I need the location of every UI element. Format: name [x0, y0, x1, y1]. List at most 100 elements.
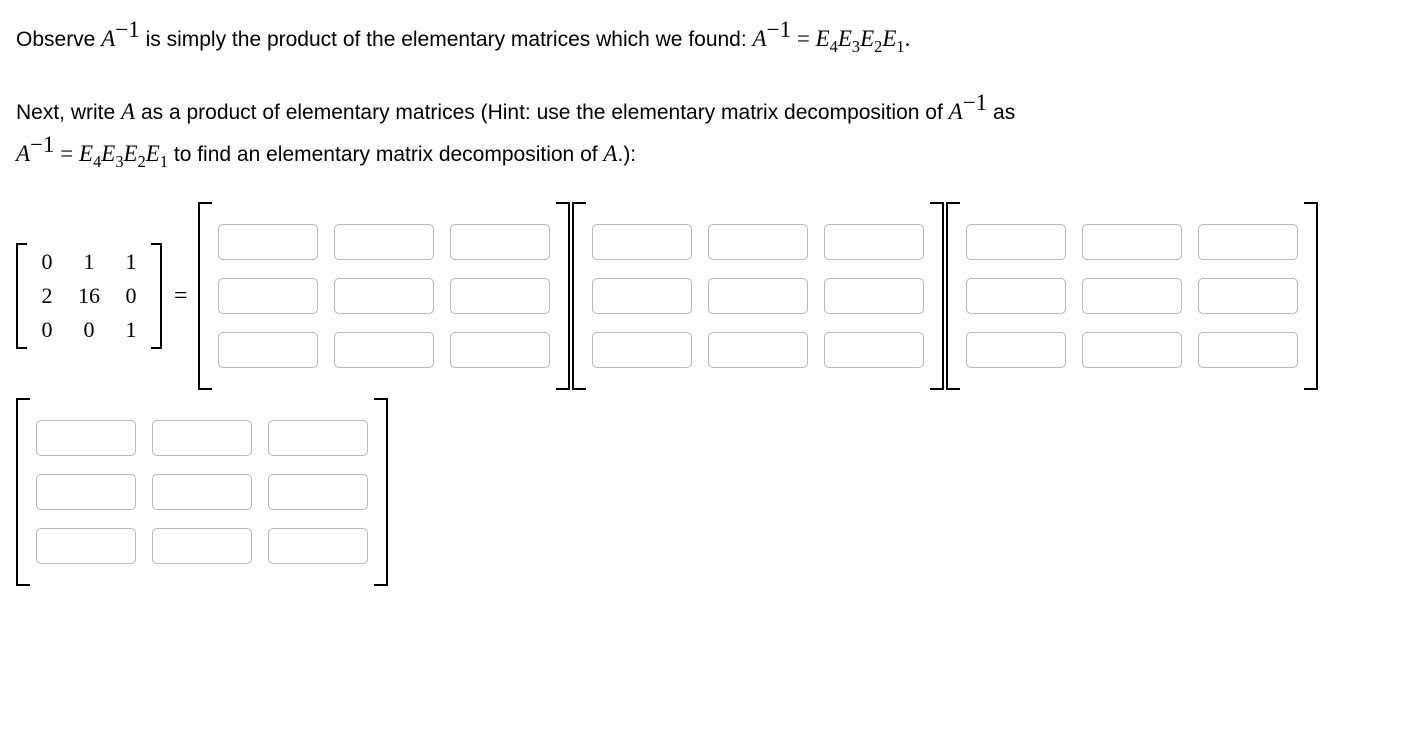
matrix-cell: 16: [68, 279, 110, 313]
sub-2: 2: [874, 37, 882, 56]
var-A: A: [949, 99, 963, 124]
matrix-3-cell-2-2[interactable]: [1082, 278, 1182, 314]
bracket-right: [556, 202, 570, 390]
matrix-1-cell-3-2[interactable]: [334, 332, 434, 368]
matrix-2-cell-3-3[interactable]: [824, 332, 924, 368]
sub-3: 3: [852, 37, 860, 56]
bracket-left: [572, 202, 586, 390]
bracket-right: [374, 398, 388, 586]
matrix-4-cell-3-2[interactable]: [152, 528, 252, 564]
text: as a product of elementary matrices (Hin…: [141, 101, 949, 124]
matrix-cell: 0: [110, 279, 152, 313]
matrix-2-cell-3-2[interactable]: [708, 332, 808, 368]
var-E2: E: [860, 26, 874, 51]
matrix-3-cell-3-3[interactable]: [1198, 332, 1298, 368]
matrix-4-cell-2-1[interactable]: [36, 474, 136, 510]
var-E3: E: [838, 26, 852, 51]
bracket-right: [151, 243, 162, 349]
matrix-2-cell-1-3[interactable]: [824, 224, 924, 260]
matrix-4-cell-1-3[interactable]: [268, 420, 368, 456]
matrix-1-cell-2-1[interactable]: [218, 278, 318, 314]
matrix-3-cell-1-3[interactable]: [1198, 224, 1298, 260]
matrix-1-cell-2-2[interactable]: [334, 278, 434, 314]
bracket-right: [930, 202, 944, 390]
matrix-4-cell-3-3[interactable]: [268, 528, 368, 564]
var-A: A: [121, 99, 135, 124]
matrix-cell: 0: [26, 245, 68, 279]
text: Next, write: [16, 101, 121, 124]
matrix-4-cell-2-2[interactable]: [152, 474, 252, 510]
sub-2: 2: [138, 152, 146, 171]
matrix-1-cell-3-3[interactable]: [450, 332, 550, 368]
matrix-1-cell-1-3[interactable]: [450, 224, 550, 260]
var-A: A: [16, 141, 30, 166]
sub-4: 4: [93, 152, 101, 171]
bracket-left: [16, 243, 27, 349]
equals-sign: =: [164, 278, 196, 314]
text: is simply the product of the elementary …: [146, 28, 753, 51]
matrix-4-cell-1-1[interactable]: [36, 420, 136, 456]
bracket-left: [198, 202, 212, 390]
var-E1: E: [146, 141, 160, 166]
equals: =: [791, 26, 815, 51]
matrix-2-cell-2-2[interactable]: [708, 278, 808, 314]
sup-neg1: −1: [115, 17, 139, 42]
sup-neg1: −1: [963, 90, 987, 115]
sup-neg1: −1: [767, 17, 791, 42]
matrix-4-cell-3-1[interactable]: [36, 528, 136, 564]
sub-1: 1: [896, 37, 904, 56]
lhs-matrix: 0 1 1 2 16 0 0 0 1: [16, 245, 162, 347]
var-A: A: [603, 141, 617, 166]
matrix-2-cell-3-1[interactable]: [592, 332, 692, 368]
matrix-cell: 1: [68, 245, 110, 279]
input-matrix-4: [16, 398, 388, 586]
matrix-cell: 0: [26, 313, 68, 347]
matrix-4-cell-1-2[interactable]: [152, 420, 252, 456]
matrix-cell: 0: [68, 313, 110, 347]
matrix-cell: 1: [110, 313, 152, 347]
var-E4: E: [79, 141, 93, 166]
matrix-2-cell-1-1[interactable]: [592, 224, 692, 260]
matrix-1-cell-1-1[interactable]: [218, 224, 318, 260]
matrix-1-cell-2-3[interactable]: [450, 278, 550, 314]
var-E4: E: [816, 26, 830, 51]
matrix-3-cell-2-1[interactable]: [966, 278, 1066, 314]
matrix-1-cell-1-2[interactable]: [334, 224, 434, 260]
input-matrix-1: [198, 202, 570, 390]
matrix-2-cell-2-3[interactable]: [824, 278, 924, 314]
var-A: A: [101, 26, 115, 51]
matrix-3-cell-3-1[interactable]: [966, 332, 1066, 368]
sub-3: 3: [115, 152, 123, 171]
equals: =: [55, 141, 79, 166]
input-matrix-2: [572, 202, 944, 390]
sub-4: 4: [830, 37, 838, 56]
matrix-3-cell-3-2[interactable]: [1082, 332, 1182, 368]
var-E3: E: [101, 141, 115, 166]
matrix-2-cell-1-2[interactable]: [708, 224, 808, 260]
matrix-4-cell-2-3[interactable]: [268, 474, 368, 510]
text: .):: [617, 143, 636, 166]
text: Observe: [16, 28, 101, 51]
bracket-right: [1304, 202, 1318, 390]
bracket-left: [946, 202, 960, 390]
matrix-3-cell-1-1[interactable]: [966, 224, 1066, 260]
text: to find an elementary matrix decompositi…: [174, 143, 604, 166]
matrix-1-cell-3-1[interactable]: [218, 332, 318, 368]
matrix-2-cell-2-1[interactable]: [592, 278, 692, 314]
instruction-paragraph: Next, write A as a product of elementary…: [16, 87, 1394, 174]
var-E2: E: [124, 141, 138, 166]
var-E1: E: [882, 26, 896, 51]
sup-neg1: −1: [30, 132, 54, 157]
text: as: [993, 101, 1015, 124]
dot: .: [905, 26, 911, 51]
observe-paragraph: Observe A−1 is simply the product of the…: [16, 14, 1394, 59]
input-matrix-3: [946, 202, 1318, 390]
sub-1: 1: [160, 152, 168, 171]
matrix-3-cell-2-3[interactable]: [1198, 278, 1298, 314]
equation-row: 0 1 1 2 16 0 0 0 1 =: [16, 202, 1394, 586]
matrix-3-cell-1-2[interactable]: [1082, 224, 1182, 260]
matrix-cell: 1: [110, 245, 152, 279]
bracket-left: [16, 398, 30, 586]
matrix-cell: 2: [26, 279, 68, 313]
var-A: A: [753, 26, 767, 51]
